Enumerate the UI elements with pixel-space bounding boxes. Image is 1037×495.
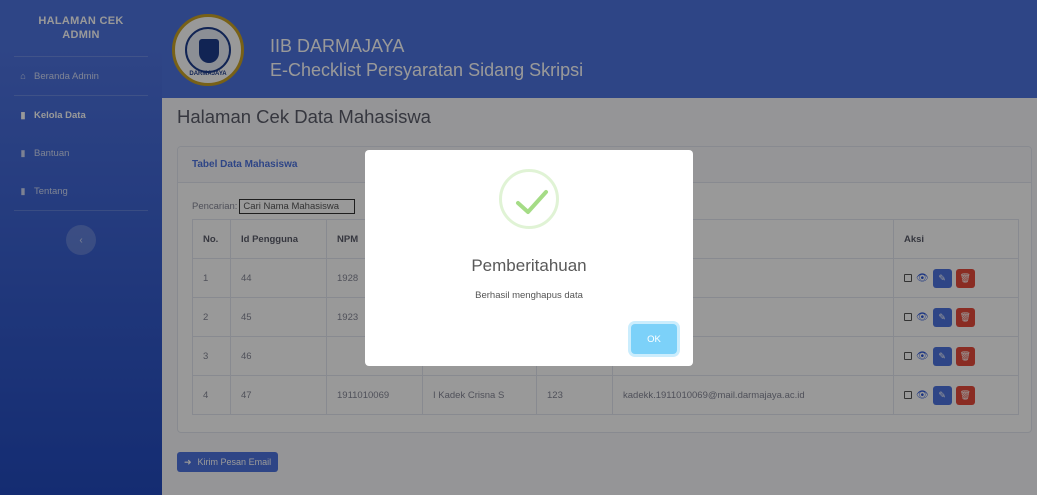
checkmark-icon: [516, 190, 548, 214]
modal-message: Berhasil menghapus data: [475, 290, 583, 301]
success-check-icon: [499, 169, 559, 229]
notification-modal: Pemberitahuan Berhasil menghapus data OK: [365, 150, 693, 366]
modal-title: Pemberitahuan: [471, 256, 587, 275]
ok-button[interactable]: OK: [631, 324, 677, 354]
